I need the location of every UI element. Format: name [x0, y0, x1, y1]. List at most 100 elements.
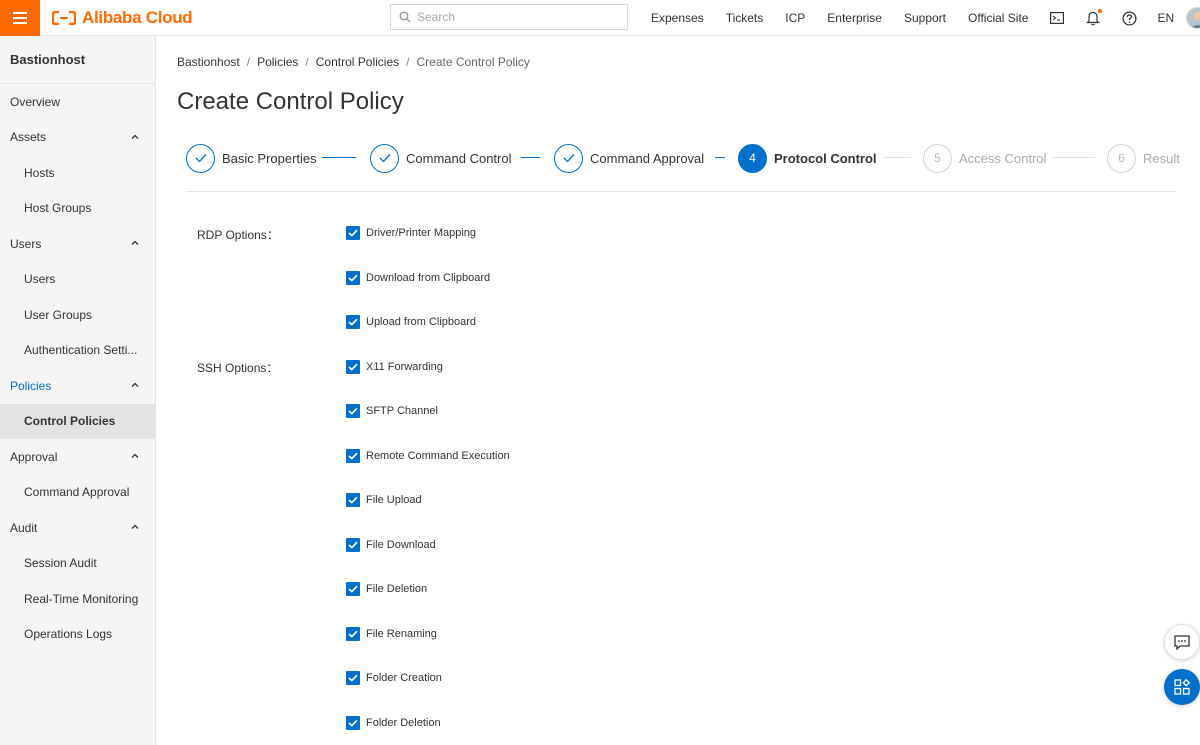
breadcrumb-policies[interactable]: Policies: [257, 55, 298, 69]
rdp-options-text: RDP Options: [197, 228, 267, 242]
checkbox[interactable]: [346, 537, 360, 552]
checkmark-icon: [348, 407, 358, 415]
sidebar-subitem-real-time-monitoring[interactable]: Real-Time Monitoring: [0, 581, 155, 617]
sidebar-subitem-user-groups[interactable]: User Groups: [0, 297, 155, 333]
sidebar-subitem-control-policies[interactable]: Control Policies: [0, 403, 155, 439]
sidebar-item-label: Overview: [10, 94, 61, 109]
language-switch[interactable]: EN: [1157, 11, 1174, 25]
checkbox[interactable]: [346, 270, 360, 285]
avatar[interactable]: [1186, 7, 1200, 29]
top-bar: Alibaba Cloud Expenses Tickets ICP Enter…: [0, 0, 1200, 36]
nav-expenses[interactable]: Expenses: [651, 11, 704, 25]
option-folder-deletion[interactable]: Folder Deletion: [346, 715, 441, 730]
sidebar-subitem-operations-logs[interactable]: Operations Logs: [0, 617, 155, 653]
search-icon: [399, 11, 411, 23]
hamburger-menu-button[interactable]: [0, 0, 40, 36]
brand-logo[interactable]: Alibaba Cloud: [52, 7, 193, 28]
bell-icon[interactable]: [1084, 9, 1103, 27]
checkbox[interactable]: [346, 493, 360, 507]
checkbox[interactable]: [346, 715, 360, 730]
option-file-renaming[interactable]: File Renaming: [346, 626, 437, 641]
option-label: File Download: [366, 538, 436, 551]
checkmark-icon: [348, 674, 358, 682]
option-remote-command-execution[interactable]: Remote Command Execution: [346, 448, 510, 463]
sidebar-subitem-authentication-setti[interactable]: Authentication Setti...: [0, 333, 155, 369]
checkbox[interactable]: [346, 404, 360, 418]
checkbox[interactable]: [346, 626, 360, 641]
terminal-icon[interactable]: [1048, 9, 1066, 27]
breadcrumb-control-policies[interactable]: Control Policies: [316, 55, 399, 69]
checkbox[interactable]: [346, 448, 360, 463]
sidebar-item-policies[interactable]: Policies: [0, 368, 155, 404]
notification-dot: [1098, 9, 1103, 13]
option-file-download[interactable]: File Download: [346, 537, 436, 552]
sidebar-subitem-hosts[interactable]: Hosts: [0, 155, 155, 191]
chevron-up-icon: [131, 134, 139, 139]
step-protocol-control[interactable]: 4 Protocol Control: [738, 143, 877, 173]
breadcrumb-separator: /: [406, 55, 410, 69]
nav-icp[interactable]: ICP: [785, 11, 805, 25]
feedback-button[interactable]: [1164, 624, 1200, 660]
sidebar-item-approval[interactable]: Approval: [0, 439, 155, 475]
checkmark-icon: [348, 318, 358, 326]
sidebar-item-overview[interactable]: Overview: [0, 84, 155, 120]
option-file-upload[interactable]: File Upload: [346, 493, 422, 507]
step-label: Access Control: [959, 150, 1047, 166]
menu-icon-bar: [13, 16, 27, 19]
sidebar-item-label: Users: [10, 236, 42, 251]
checkbox[interactable]: [346, 359, 360, 374]
step-access-control[interactable]: 5 Access Control: [923, 143, 1046, 173]
step-result[interactable]: 6 Result: [1107, 143, 1180, 173]
sidebar-item-users[interactable]: Users: [0, 226, 155, 262]
breadcrumb-bastionhost[interactable]: Bastionhost: [177, 55, 240, 69]
checkmark-icon: [348, 229, 358, 237]
step-label: Result: [1143, 150, 1180, 166]
checkmark-icon: [348, 719, 358, 727]
step-connector: [521, 157, 540, 158]
option-upload-from-clipboard[interactable]: Upload from Clipboard: [346, 315, 476, 329]
sidebar-subitem-users[interactable]: Users: [0, 262, 155, 298]
search-input[interactable]: [417, 10, 617, 24]
step-number: 4: [738, 143, 767, 173]
step-basic-properties[interactable]: Basic Properties: [186, 143, 317, 173]
option-driver-printer-mapping[interactable]: Driver/Printer Mapping: [346, 226, 476, 240]
page-title: Create Control Policy: [177, 88, 404, 115]
checkbox[interactable]: [346, 226, 360, 240]
option-label: X11 Forwarding: [366, 360, 443, 373]
sidebar-item-label: Host Groups: [24, 201, 92, 216]
checkbox[interactable]: [346, 315, 360, 329]
step-command-control[interactable]: Command Control: [370, 143, 512, 173]
option-x11-forwarding[interactable]: X11 Forwarding: [346, 359, 443, 374]
search-box[interactable]: [390, 4, 628, 30]
option-file-deletion[interactable]: File Deletion: [346, 582, 427, 596]
help-icon[interactable]: [1120, 9, 1138, 27]
nav-tickets[interactable]: Tickets: [726, 11, 764, 25]
sidebar-item-audit[interactable]: Audit: [0, 510, 155, 546]
checkmark-icon: [348, 541, 358, 549]
option-label: File Renaming: [366, 627, 437, 640]
checkbox[interactable]: [346, 671, 360, 685]
sidebar-item-label: Real-Time Monitoring: [24, 591, 139, 606]
sidebar-item-label: Authentication Setti...: [24, 343, 138, 358]
chevron-up-icon: [131, 382, 139, 387]
option-download-from-clipboard[interactable]: Download from Clipboard: [346, 270, 491, 285]
breadcrumb: Bastionhost / Policies / Control Policie…: [177, 55, 530, 69]
option-label: Download from Clipboard: [366, 271, 491, 284]
brand-name: Alibaba Cloud: [82, 7, 193, 27]
sidebar-item-assets[interactable]: Assets: [0, 120, 155, 156]
apps-button[interactable]: [1164, 669, 1200, 705]
sidebar-subitem-host-groups[interactable]: Host Groups: [0, 191, 155, 227]
nav-enterprise[interactable]: Enterprise: [827, 11, 882, 25]
checkbox[interactable]: [346, 582, 360, 596]
sidebar-subitem-command-approval[interactable]: Command Approval: [0, 475, 155, 511]
step-number: 6: [1107, 143, 1136, 173]
option-folder-creation[interactable]: Folder Creation: [346, 671, 442, 685]
nav-support[interactable]: Support: [904, 11, 946, 25]
steps-wizard: Basic Properties Command Control Command…: [186, 143, 1180, 173]
step-label: Protocol Control: [774, 150, 877, 166]
step-command-approval[interactable]: Command Approval: [554, 143, 704, 173]
nav-official-site[interactable]: Official Site: [968, 11, 1028, 25]
option-label: Upload from Clipboard: [366, 316, 477, 328]
option-sftp-channel[interactable]: SFTP Channel: [346, 404, 438, 418]
sidebar-subitem-session-audit[interactable]: Session Audit: [0, 546, 155, 582]
